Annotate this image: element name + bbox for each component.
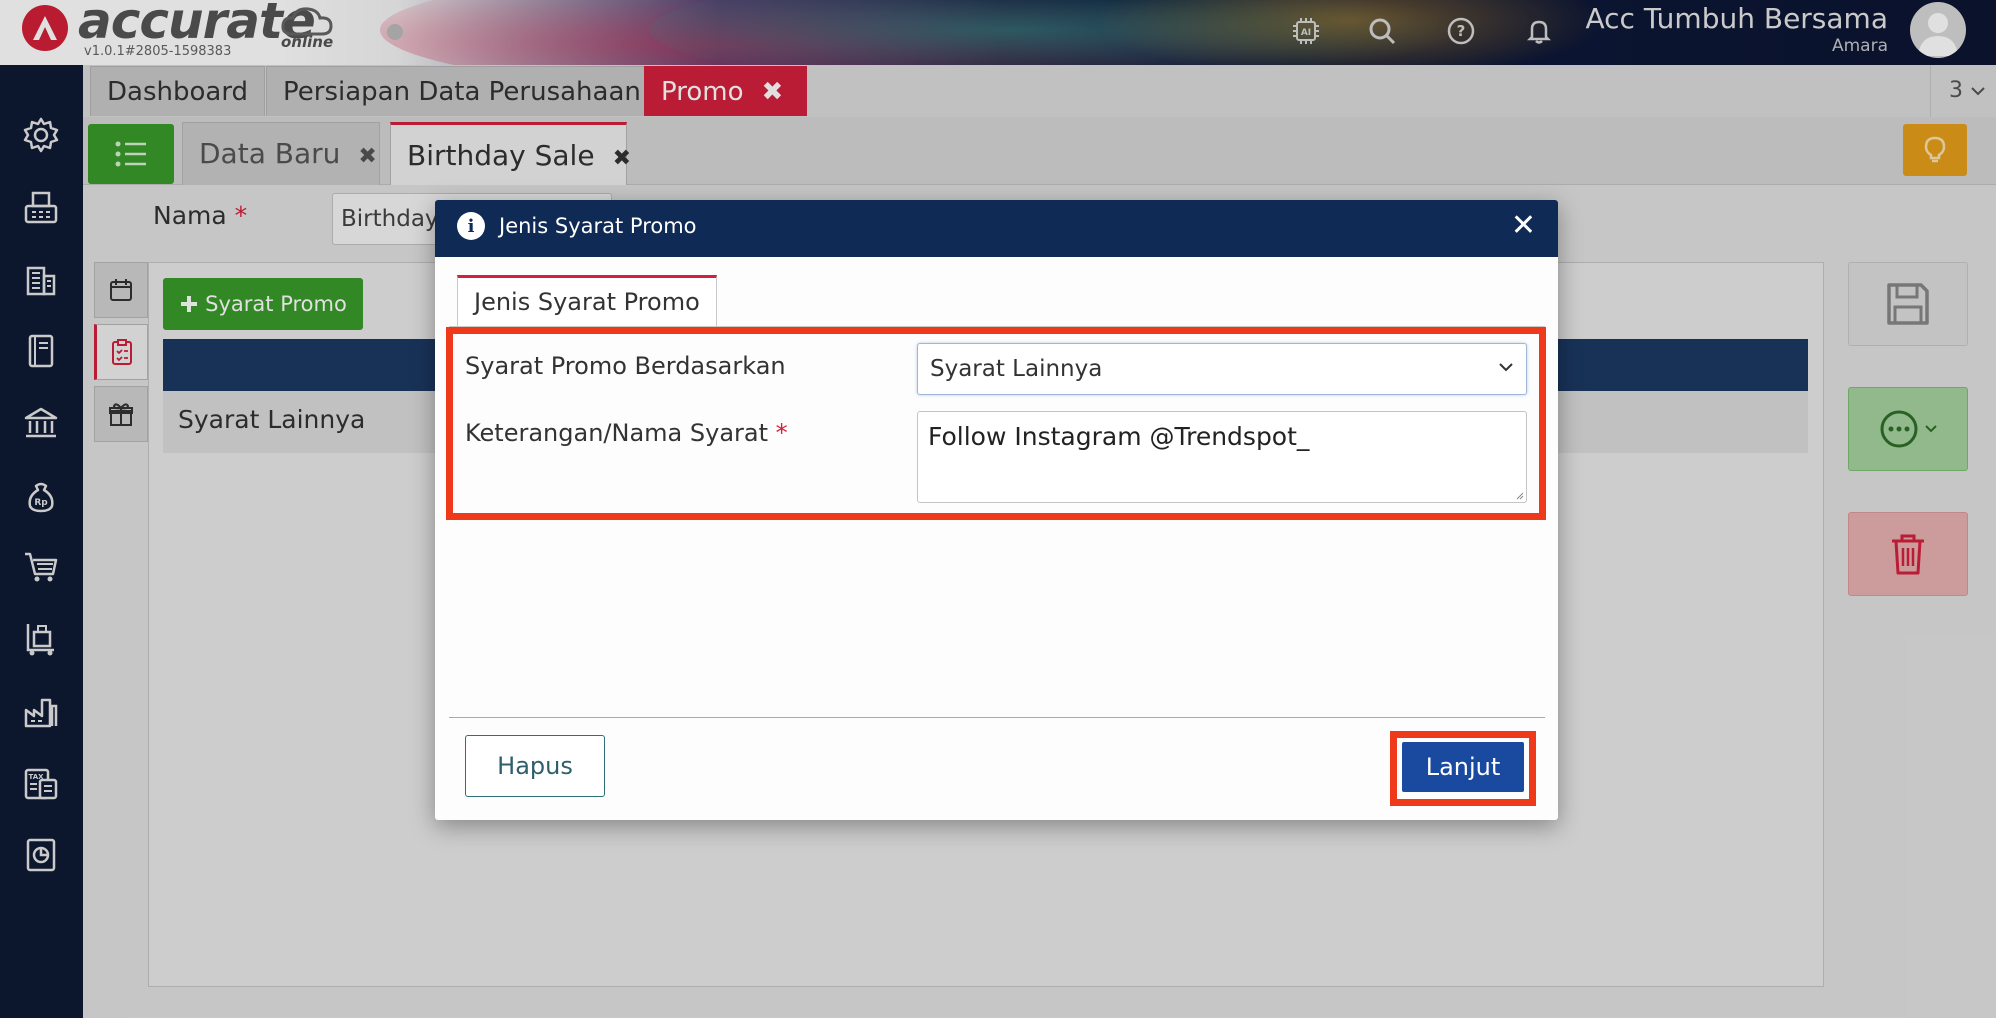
keterangan-textarea[interactable]: Follow Instagram @Trendspot_ xyxy=(917,411,1527,503)
select-value: Syarat Lainnya xyxy=(930,356,1103,382)
keterangan-label: Keterangan/Nama Syarat * xyxy=(465,419,788,447)
divider xyxy=(449,717,1545,718)
dialog-title: Jenis Syarat Promo xyxy=(499,214,697,238)
resize-handle-icon[interactable] xyxy=(1516,492,1524,500)
chevron-down-icon xyxy=(1498,361,1514,373)
hapus-button[interactable]: Hapus xyxy=(465,735,605,797)
syarat-berdasarkan-label: Syarat Promo Berdasarkan xyxy=(465,352,786,380)
info-icon: i xyxy=(457,212,485,240)
close-icon[interactable]: ✕ xyxy=(1511,210,1536,242)
lanjut-button[interactable]: Lanjut xyxy=(1402,742,1524,792)
dialog-header: i Jenis Syarat Promo ✕ xyxy=(435,200,1558,257)
jenis-syarat-promo-dialog: i Jenis Syarat Promo ✕ Jenis Syarat Prom… xyxy=(435,200,1558,820)
syarat-berdasarkan-select[interactable]: Syarat Lainnya xyxy=(917,343,1527,395)
textarea-value: Follow Instagram @Trendspot_ xyxy=(928,422,1310,451)
tab-jenis-syarat-promo[interactable]: Jenis Syarat Promo xyxy=(457,275,717,327)
